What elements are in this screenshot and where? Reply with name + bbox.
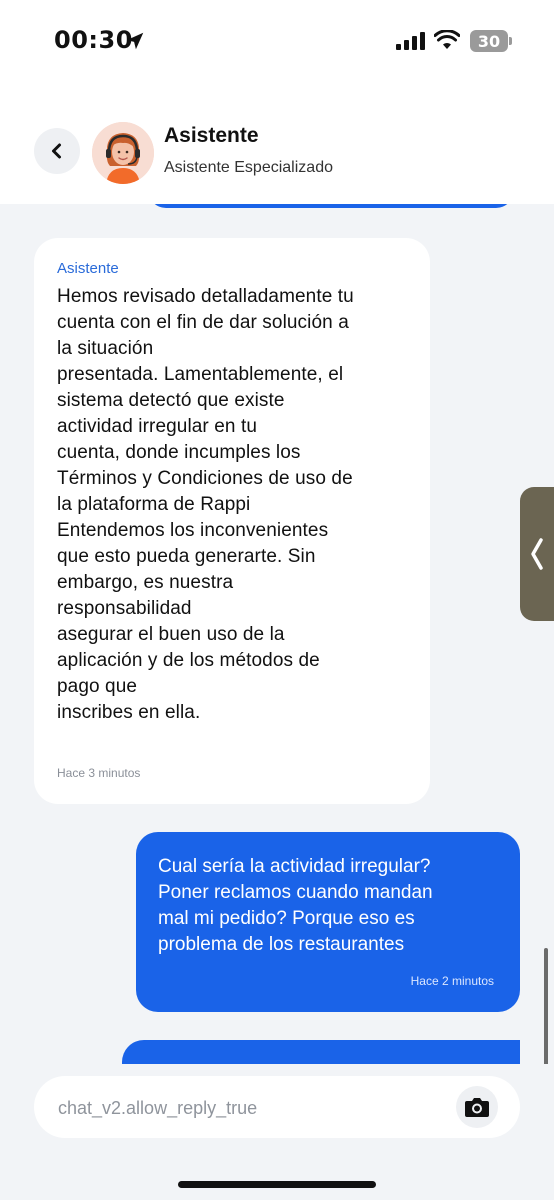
battery-indicator: 30 <box>470 30 508 52</box>
wifi-icon <box>434 30 460 49</box>
message-timestamp: Hace 3 minutos <box>57 766 141 780</box>
message-timestamp: Hace 2 minutos <box>410 974 494 988</box>
camera-icon <box>465 1098 489 1117</box>
battery-tip <box>509 37 512 45</box>
battery-level: 30 <box>477 31 501 51</box>
message-text: Hemos revisado detalladamente tu cuenta … <box>57 286 354 723</box>
user-message-bubble: Cual sería la actividad irregular? Poner… <box>136 832 520 1012</box>
side-panel-handle[interactable] <box>520 487 554 621</box>
status-time: 00:30 <box>54 26 133 54</box>
page-title: Asistente <box>164 124 259 147</box>
status-bar: 00:30 30 <box>0 0 554 86</box>
chevron-left-icon <box>52 143 61 159</box>
message-sender: Asistente <box>57 260 119 277</box>
message-text: Cual sería la actividad irregular? Poner… <box>158 856 433 955</box>
camera-button[interactable] <box>456 1086 498 1128</box>
chat-header: Asistente Asistente Especializado <box>0 86 554 204</box>
location-arrow-icon <box>126 32 144 50</box>
chevron-left-icon <box>531 538 543 570</box>
cellular-signal-icon <box>396 32 425 50</box>
scrollbar[interactable] <box>544 948 548 1080</box>
assistant-avatar-icon <box>92 122 154 184</box>
previous-user-message-bubble <box>148 204 514 208</box>
avatar <box>92 122 154 184</box>
home-indicator <box>178 1181 376 1188</box>
chat-messages[interactable]: Asistente Hemos revisado detalladamente … <box>0 204 554 1080</box>
reply-input[interactable] <box>58 1094 438 1122</box>
assistant-message-bubble: Asistente Hemos revisado detalladamente … <box>34 238 430 804</box>
back-button[interactable] <box>34 128 80 174</box>
reply-input-container <box>34 1076 520 1138</box>
reply-bar <box>0 1064 554 1200</box>
page-subtitle: Asistente Especializado <box>164 159 333 176</box>
